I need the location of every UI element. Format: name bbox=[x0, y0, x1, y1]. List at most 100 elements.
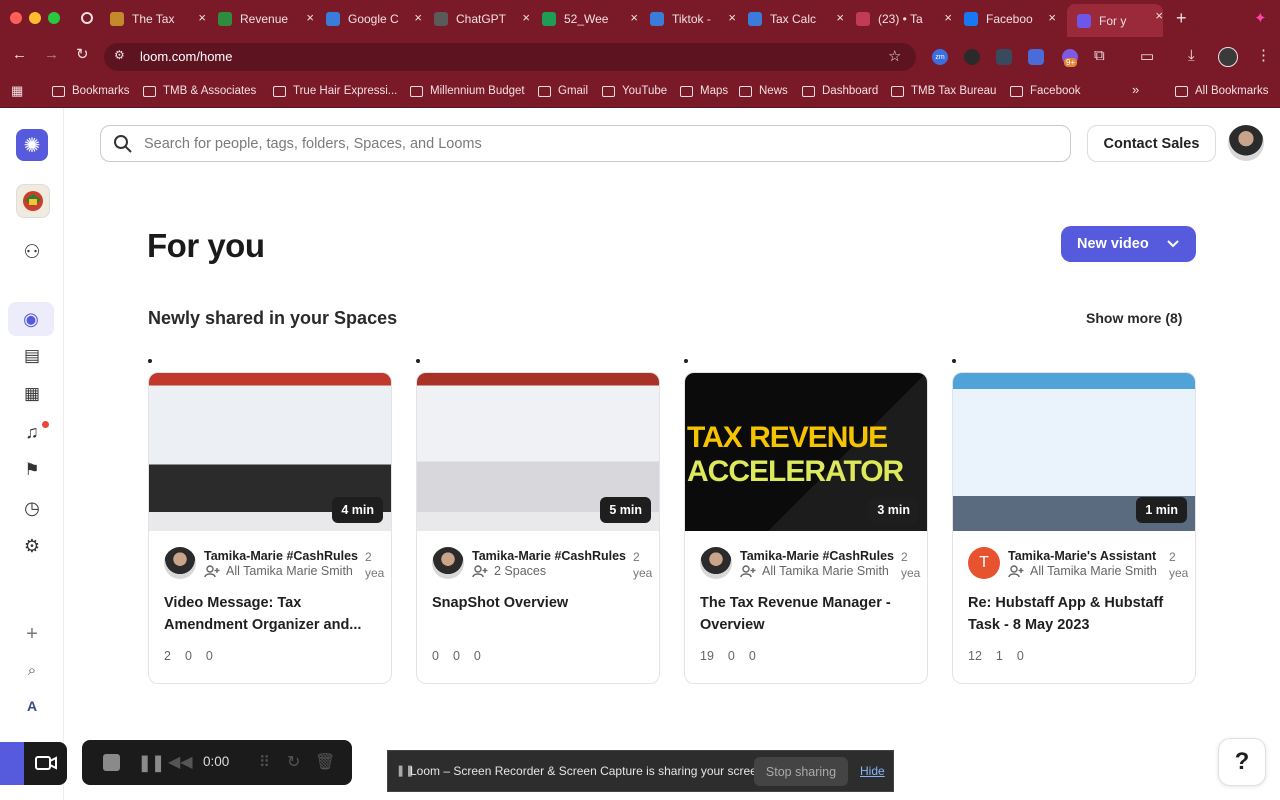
close-tab-icon[interactable]: × bbox=[522, 10, 530, 25]
hide-sharing-bar-link[interactable]: Hide bbox=[860, 764, 885, 778]
video-title[interactable]: The Tax Revenue Manager - Overview bbox=[700, 592, 915, 636]
close-window-button[interactable] bbox=[10, 12, 22, 24]
browser-tab[interactable]: Revenue × bbox=[218, 6, 314, 32]
profile-avatar[interactable] bbox=[1218, 47, 1238, 67]
side-panel-icon[interactable]: ▭ bbox=[1140, 47, 1154, 65]
close-tab-icon[interactable]: × bbox=[414, 10, 422, 25]
close-tab-icon[interactable]: × bbox=[728, 10, 736, 25]
browser-tab[interactable]: (23) • Ta × bbox=[856, 6, 952, 32]
browser-tab[interactable]: ChatGPT × bbox=[434, 6, 530, 32]
bookmark-star-icon[interactable]: ☆ bbox=[888, 47, 901, 65]
add-user-icon[interactable]: ⚇ bbox=[20, 240, 44, 264]
author-avatar[interactable]: T bbox=[968, 547, 1000, 579]
site-info-icon[interactable]: ⚙ bbox=[114, 48, 125, 62]
library-icon[interactable]: ▤ bbox=[20, 344, 44, 368]
settings-gear-icon[interactable]: ⚙ bbox=[20, 534, 44, 558]
new-video-button[interactable]: New video bbox=[1061, 226, 1196, 262]
video-card[interactable]: 5 min Tamika-Marie #CashRules 2 yea 2 Space… bbox=[416, 372, 660, 684]
search-icon[interactable]: ⌕ bbox=[20, 658, 44, 682]
new-tab-button[interactable]: + bbox=[1176, 8, 1187, 29]
bookmark-item[interactable]: News bbox=[739, 85, 788, 97]
notifications-bell-icon[interactable]: ♫ bbox=[20, 420, 44, 444]
card-menu-dot[interactable] bbox=[148, 359, 152, 363]
bookmark-item[interactable]: TMB Tax Bureau bbox=[891, 85, 996, 97]
stop-sharing-button[interactable]: Stop sharing bbox=[754, 757, 848, 786]
card-menu-dot[interactable] bbox=[684, 359, 688, 363]
close-tab-icon[interactable]: × bbox=[1048, 10, 1056, 25]
workspace-logo[interactable] bbox=[16, 184, 50, 218]
bookmark-item[interactable]: YouTube bbox=[602, 85, 667, 97]
drop-extension-icon[interactable] bbox=[964, 49, 980, 65]
video-card[interactable]: TAX REVENUE ACCELERATOR 3 min Tamika-Marie … bbox=[684, 372, 928, 684]
close-tab-icon[interactable]: × bbox=[944, 10, 952, 25]
user-avatar[interactable] bbox=[1228, 125, 1264, 161]
for-you-icon[interactable]: ◉ bbox=[8, 302, 54, 336]
stop-record-icon[interactable] bbox=[103, 754, 120, 771]
space-info[interactable]: All Tamika Marie Smith bbox=[740, 564, 900, 578]
workspace-letter[interactable]: A bbox=[20, 694, 44, 718]
author-avatar[interactable] bbox=[700, 547, 732, 579]
reload-icon[interactable]: ↻ bbox=[76, 45, 89, 63]
restart-icon[interactable]: ↻ bbox=[287, 752, 300, 772]
video-title[interactable]: SnapShot Overview bbox=[432, 592, 647, 614]
close-tab-icon[interactable]: × bbox=[306, 10, 314, 25]
close-tab-icon[interactable]: × bbox=[198, 10, 206, 25]
video-title[interactable]: Re: Hubstaff App & Hubstaff Task - 8 May… bbox=[968, 592, 1183, 636]
trash-icon[interactable]: 🗑 bbox=[315, 752, 335, 772]
bookmark-item[interactable]: TMB & Associates bbox=[143, 85, 256, 97]
loom-logo-icon[interactable]: ✺ bbox=[16, 129, 48, 161]
author-name[interactable]: Tamika-Marie #CashRules bbox=[740, 549, 900, 563]
gemini-icon[interactable]: ✦ bbox=[1254, 9, 1267, 27]
all-bookmarks[interactable]: All Bookmarks bbox=[1175, 85, 1269, 97]
close-tab-icon[interactable]: × bbox=[630, 10, 638, 25]
author-name[interactable]: Tamika-Marie's Assistant bbox=[1008, 549, 1168, 563]
browser-tab[interactable]: Tiktok - × bbox=[650, 6, 736, 32]
video-card[interactable]: 1 min T Tamika-Marie's Assistant 2 yea All T… bbox=[952, 372, 1196, 684]
s-extension-icon[interactable] bbox=[1028, 49, 1044, 65]
maximize-window-button[interactable] bbox=[48, 12, 60, 24]
drawing-grid-icon[interactable]: ⠿ bbox=[259, 753, 270, 771]
author-avatar[interactable] bbox=[432, 547, 464, 579]
author-name[interactable]: Tamika-Marie #CashRules bbox=[472, 549, 632, 563]
browser-tab[interactable]: Google C × bbox=[326, 6, 422, 32]
dots-extension-icon[interactable] bbox=[996, 49, 1012, 65]
browser-tab[interactable]: Faceboo × bbox=[964, 6, 1056, 32]
plus-icon[interactable]: + bbox=[20, 622, 44, 646]
close-tab-icon[interactable]: × bbox=[1155, 8, 1163, 23]
help-button[interactable]: ? bbox=[1218, 738, 1266, 786]
bookmark-icon[interactable]: ⚑ bbox=[20, 458, 44, 482]
bookmark-item[interactable]: Maps bbox=[680, 85, 728, 97]
back-icon[interactable]: ← bbox=[12, 46, 27, 63]
browser-tab[interactable]: The Tax × bbox=[110, 6, 206, 32]
card-menu-dot[interactable] bbox=[416, 359, 420, 363]
browser-tab[interactable]: For y × bbox=[1067, 4, 1163, 37]
download-icon[interactable]: ⤓ bbox=[1188, 47, 1195, 64]
zoom-extension-icon[interactable]: zm bbox=[932, 49, 948, 65]
minimize-window-button[interactable] bbox=[29, 12, 41, 24]
history-clock-icon[interactable]: ◷ bbox=[20, 496, 44, 520]
pause-icon[interactable]: ❚❚ bbox=[138, 753, 165, 773]
bookmark-item[interactable]: Facebook bbox=[1010, 85, 1081, 97]
video-title[interactable]: Video Message: Tax Amendment Organizer a… bbox=[164, 592, 379, 636]
close-tab-icon[interactable]: × bbox=[836, 10, 844, 25]
bookmark-item[interactable]: True Hair Expressi... bbox=[273, 85, 397, 97]
author-name[interactable]: Tamika-Marie #CashRules bbox=[204, 549, 364, 563]
camera-toggle-button[interactable] bbox=[0, 742, 67, 785]
bookmark-item[interactable]: Millennium Budget bbox=[410, 85, 525, 97]
contact-sales-button[interactable]: Contact Sales bbox=[1087, 125, 1216, 162]
bookmark-item[interactable]: Gmail bbox=[538, 85, 588, 97]
forward-icon[interactable]: → bbox=[44, 46, 59, 63]
browser-tab[interactable]: 52_Wee × bbox=[542, 6, 638, 32]
browser-tab[interactable]: Tax Calc × bbox=[748, 6, 844, 32]
apps-grid-icon[interactable]: ▦ bbox=[11, 83, 23, 99]
space-info[interactable]: All Tamika Marie Smith bbox=[1008, 564, 1168, 578]
show-more-link[interactable]: Show more (8) bbox=[1086, 310, 1182, 326]
author-avatar[interactable] bbox=[164, 547, 196, 579]
bookmark-item[interactable]: Bookmarks bbox=[52, 85, 130, 97]
url-text[interactable]: loom.com/home bbox=[140, 49, 232, 64]
bookmark-item[interactable]: Dashboard bbox=[802, 85, 878, 97]
more-menu-icon[interactable]: ⋮ bbox=[1256, 46, 1271, 64]
calendar-icon[interactable]: ▦ bbox=[20, 382, 44, 406]
rewind-icon[interactable]: ◀◀ bbox=[168, 752, 193, 772]
more-bookmarks-icon[interactable]: » bbox=[1132, 82, 1139, 97]
